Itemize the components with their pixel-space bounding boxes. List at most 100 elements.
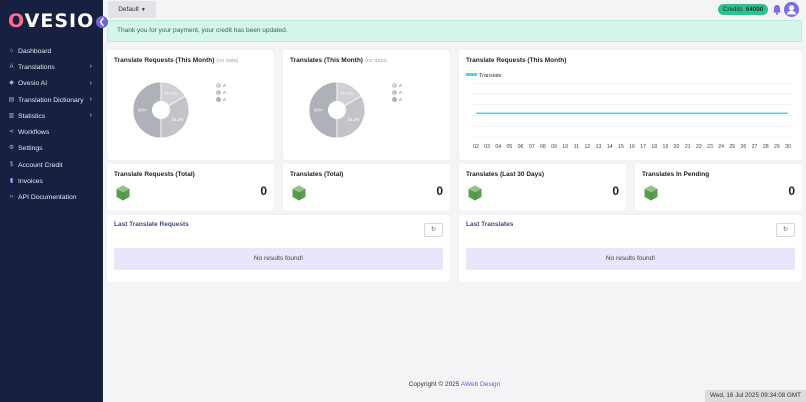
x-tick-label: 16: [629, 144, 635, 150]
section-title: Last Translates: [466, 221, 514, 228]
chevron-right-icon: ›: [89, 79, 92, 87]
card-title: Translates (Total): [290, 171, 344, 178]
ai-icon: ◆: [9, 80, 14, 87]
chevron-right-icon: ›: [89, 63, 92, 71]
code-icon: ‹›: [9, 194, 14, 201]
empty-state: No results found!: [114, 248, 443, 270]
x-tick-label: 19: [663, 144, 669, 150]
legend-item[interactable]: A: [216, 96, 226, 103]
legend-swatch: [216, 97, 221, 102]
sidebar-item-settings[interactable]: ⚙ Settings: [0, 141, 103, 157]
pie-hole: [152, 101, 170, 119]
legend-swatch: [216, 90, 221, 95]
x-tick-label: 30: [785, 144, 791, 150]
refresh-icon: ↻: [782, 227, 789, 233]
requests-line-chart-card: Translate Requests (This Month) Translat…: [459, 50, 802, 160]
card-title: Translates (This Month) (no data): [290, 57, 387, 64]
x-tick-label: 11: [574, 144, 579, 150]
card-title: Translate Requests (Total): [114, 171, 195, 178]
line-chart: Translate 02 03 04 05 06 07 08 09 10 11 12 13 14 15 16 1…: [466, 73, 794, 150]
pie-label: 50%: [138, 108, 147, 113]
sidebar-item-statistics[interactable]: ▥ Statistics ›: [0, 108, 103, 124]
user-avatar-icon[interactable]: [784, 2, 799, 17]
legend-item[interactable]: A: [392, 82, 402, 89]
bell-icon[interactable]: [772, 4, 782, 15]
sidebar-item-api-documentation[interactable]: ‹› API Documentation: [0, 190, 103, 206]
refresh-button[interactable]: ↻: [424, 223, 443, 237]
legend-swatch: [216, 83, 221, 88]
pie-label: 33.3%: [171, 117, 183, 122]
sidebar-item-translation-dictionary[interactable]: ▤ Translation Dictionary ›: [0, 92, 103, 108]
x-tick-label: 29: [774, 144, 780, 150]
pie-label: 50%: [314, 108, 323, 113]
legend-label: A: [223, 90, 227, 95]
chart-legend: AAA: [216, 82, 226, 103]
x-tick-label: 10: [562, 144, 568, 150]
card-title: Translates (Last 30 Days): [466, 171, 545, 178]
pie-label: 16.7%: [340, 91, 352, 96]
x-tick-label: 23: [707, 144, 713, 150]
card-title: Translate Requests (This Month) (no data): [114, 57, 239, 64]
sidebar-item-label: Account Credit: [18, 161, 63, 169]
chevron-right-icon: ›: [89, 112, 92, 120]
sidebar-item-label: Translations: [18, 63, 55, 71]
company-link[interactable]: AWeb Design: [461, 381, 500, 388]
share-icon: ⋖: [8, 129, 15, 136]
empty-state: No results found!: [466, 248, 795, 270]
credits-badge[interactable]: Credits 64000: [718, 4, 768, 15]
legend-swatch: [392, 97, 397, 102]
x-tick-label: 03: [484, 144, 490, 150]
x-tick-label: 21: [685, 144, 691, 150]
legend-label: Translate: [479, 73, 502, 79]
book-icon: ▤: [8, 96, 15, 103]
requests-month-card: Translate Requests (This Month) (no data)…: [107, 50, 274, 160]
legend-label: A: [223, 83, 227, 88]
footer: Copyright © 2025 AWeb Design: [408, 381, 501, 388]
sidebar-item-label: Ovesio AI: [18, 80, 48, 88]
translates-pending-card: Translates In Pending 0: [635, 164, 802, 211]
card-title: Translates In Pending: [642, 171, 710, 178]
pie-hole: [328, 101, 346, 119]
sidebar-item-label: Translation Dictionary: [18, 96, 84, 104]
home-icon: ⌂: [9, 47, 14, 54]
legend-item[interactable]: A: [216, 89, 226, 96]
refresh-button[interactable]: ↻: [776, 223, 795, 237]
file-icon: ▮: [9, 178, 14, 185]
legend-label: A: [223, 97, 227, 102]
x-tick-label: 08: [540, 144, 546, 150]
pie-chart: 50% 16.7% 33.3%: [132, 81, 190, 139]
cube-icon: [468, 185, 482, 201]
workspace-dropdown[interactable]: Default ▼: [108, 1, 156, 18]
sidebar-item-account-credit[interactable]: $ Account Credit: [0, 157, 103, 173]
legend-swatch: [392, 83, 397, 88]
sidebar-item-invoices[interactable]: ▮ Invoices: [0, 173, 103, 189]
legend-item[interactable]: A: [392, 89, 402, 96]
legend-item[interactable]: A: [216, 82, 226, 89]
x-tick-label: 09: [551, 144, 557, 150]
requests-total-card: Translate Requests (Total) 0: [107, 164, 274, 211]
stat-value: 0: [612, 184, 619, 198]
sidebar-item-ovesio-ai[interactable]: ◆ Ovesio AI ›: [0, 76, 103, 92]
legend-swatch: [392, 90, 397, 95]
server-clock: Wed, 16 Jul 2025 09:34:08 GMT: [705, 390, 806, 402]
x-tick-label: 22: [696, 144, 702, 150]
caret-down-icon: ▼: [140, 6, 146, 13]
sidebar-item-label: Workflows: [18, 129, 50, 137]
sidebar-nav: ⌂ Dashboard A Translations › ◆ Ovesio AI › ▤ Tran…: [0, 43, 103, 206]
sidebar-item-label: Settings: [18, 145, 43, 153]
sidebar-item-label: API Documentation: [18, 194, 77, 202]
sidebar-item-translations[interactable]: A Translations ›: [0, 59, 103, 75]
refresh-icon: ↻: [430, 227, 437, 233]
translates-30-days-card: Translates (Last 30 Days) 0: [459, 164, 626, 211]
collapse-sidebar-button[interactable]: ❮: [96, 16, 108, 28]
dollar-icon: $: [9, 161, 14, 168]
ovesio-logo[interactable]: OVESIO: [8, 10, 94, 32]
sidebar-item-label: Dashboard: [18, 47, 52, 55]
legend-item[interactable]: A: [392, 96, 402, 103]
x-tick-label: 24: [718, 144, 724, 150]
sidebar-item-dashboard[interactable]: ⌂ Dashboard: [0, 43, 103, 59]
sidebar-item-workflows[interactable]: ⋖ Workflows: [0, 124, 103, 140]
chart-icon: ▥: [8, 112, 15, 119]
x-tick-label: 28: [763, 144, 769, 150]
translate-icon: A: [9, 63, 14, 70]
